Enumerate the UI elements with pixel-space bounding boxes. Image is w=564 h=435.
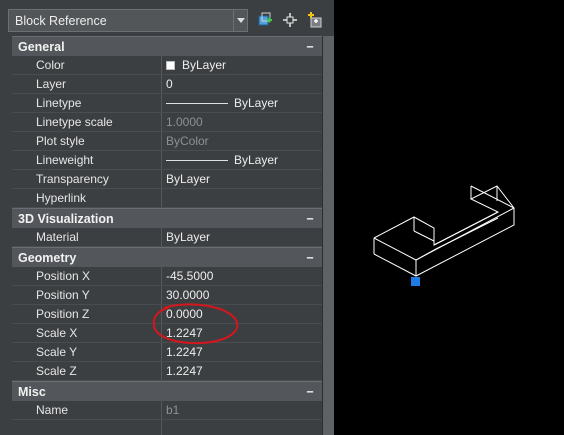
property-label: Position X — [28, 267, 162, 285]
property-row-transparency[interactable]: Transparency ByLayer — [12, 170, 322, 189]
property-row-position-z[interactable]: Position Z 0.0000 — [12, 305, 322, 324]
section-title: 3D Visualization — [18, 211, 114, 226]
property-value[interactable] — [162, 420, 322, 435]
property-label: Name — [28, 401, 162, 419]
property-label: Scale X — [28, 324, 162, 342]
property-value[interactable]: ByLayer — [162, 94, 322, 112]
chevron-down-icon[interactable] — [233, 10, 247, 31]
property-row-partial[interactable] — [12, 420, 322, 435]
property-value[interactable]: 0.0000 — [162, 305, 322, 323]
property-label: Position Y — [28, 286, 162, 304]
section-geometry[interactable]: Geometry − — [12, 247, 322, 267]
property-row-position-x[interactable]: Position X -45.5000 — [12, 267, 322, 286]
section-title: Misc — [18, 384, 46, 399]
section-3d-visualization[interactable]: 3D Visualization − — [12, 208, 322, 228]
collapse-icon[interactable]: − — [304, 212, 316, 226]
property-value[interactable]: ByLayer — [162, 56, 322, 74]
property-value[interactable]: ByColor — [162, 132, 322, 150]
section-title: General — [18, 39, 65, 54]
block-wireframe — [373, 185, 515, 286]
property-row-color[interactable]: Color ByLayer — [12, 56, 322, 75]
property-value[interactable]: 1.0000 — [162, 113, 322, 131]
property-row-linetype-scale[interactable]: Linetype scale 1.0000 — [12, 113, 322, 132]
object-type-value: Block Reference — [15, 13, 107, 28]
property-label — [28, 420, 162, 435]
property-label: Material — [28, 228, 162, 246]
properties-toolbar: Block Reference — [0, 0, 334, 36]
select-objects-icon[interactable] — [281, 11, 299, 29]
property-value[interactable]: 1.2247 — [162, 343, 322, 361]
linetype-preview-icon — [166, 102, 228, 104]
property-value[interactable]: ByLayer — [162, 170, 322, 188]
property-row-material[interactable]: Material ByLayer — [12, 228, 322, 247]
property-row-scale-z[interactable]: Scale Z 1.2247 — [12, 362, 322, 381]
color-value: ByLayer — [182, 58, 227, 72]
property-row-hyperlink[interactable]: Hyperlink — [12, 189, 322, 208]
property-label: Scale Z — [28, 362, 162, 380]
collapse-icon[interactable]: − — [304, 40, 316, 54]
property-label: Lineweight — [28, 151, 162, 169]
property-value[interactable]: ByLayer — [162, 151, 322, 169]
property-row-lineweight[interactable]: Lineweight ByLayer — [12, 151, 322, 170]
properties-palette: Block Reference General − Color ByLayer … — [0, 0, 334, 435]
property-row-linetype[interactable]: Linetype ByLayer — [12, 94, 322, 113]
lineweight-value: ByLayer — [234, 153, 279, 167]
property-label: Position Z — [28, 305, 162, 323]
property-label: Plot style — [28, 132, 162, 150]
drawing-viewport[interactable] — [334, 0, 564, 435]
properties-grid: General − Color ByLayer Layer 0 Linetype… — [12, 36, 322, 435]
color-swatch-icon — [166, 60, 175, 70]
section-misc[interactable]: Misc − — [12, 381, 322, 401]
section-title: Geometry — [18, 250, 77, 265]
collapse-icon[interactable]: − — [304, 251, 316, 265]
property-row-plot-style[interactable]: Plot style ByColor — [12, 132, 322, 151]
property-value[interactable]: -45.5000 — [162, 267, 322, 285]
palette-scrollbar[interactable] — [322, 36, 334, 435]
property-value[interactable]: b1 — [162, 401, 322, 419]
property-row-scale-x[interactable]: Scale X 1.2247 — [12, 324, 322, 343]
property-label: Linetype — [28, 94, 162, 112]
property-row-name[interactable]: Name b1 — [12, 401, 322, 420]
quick-select-icon[interactable] — [256, 11, 274, 29]
linetype-value: ByLayer — [234, 96, 279, 110]
collapse-icon[interactable]: − — [304, 385, 316, 399]
property-label: Hyperlink — [28, 189, 162, 207]
property-label: Color — [28, 56, 162, 74]
lineweight-preview-icon — [166, 159, 228, 161]
object-type-dropdown[interactable]: Block Reference — [8, 9, 248, 32]
property-value[interactable]: ByLayer — [162, 228, 322, 246]
property-row-layer[interactable]: Layer 0 — [12, 75, 322, 94]
property-label: Transparency — [28, 170, 162, 188]
property-value[interactable]: 0 — [162, 75, 322, 93]
property-value[interactable]: 1.2247 — [162, 362, 322, 380]
property-row-position-y[interactable]: Position Y 30.0000 — [12, 286, 322, 305]
property-value[interactable]: 30.0000 — [162, 286, 322, 304]
property-value[interactable]: 1.2247 — [162, 324, 322, 342]
property-label: Scale Y — [28, 343, 162, 361]
property-value[interactable] — [162, 189, 322, 207]
property-row-scale-y[interactable]: Scale Y 1.2247 — [12, 343, 322, 362]
grip-point[interactable] — [411, 277, 420, 286]
property-label: Linetype scale — [28, 113, 162, 131]
section-general[interactable]: General − — [12, 36, 322, 56]
toggle-pickadd-icon[interactable] — [306, 11, 324, 29]
property-label: Layer — [28, 75, 162, 93]
